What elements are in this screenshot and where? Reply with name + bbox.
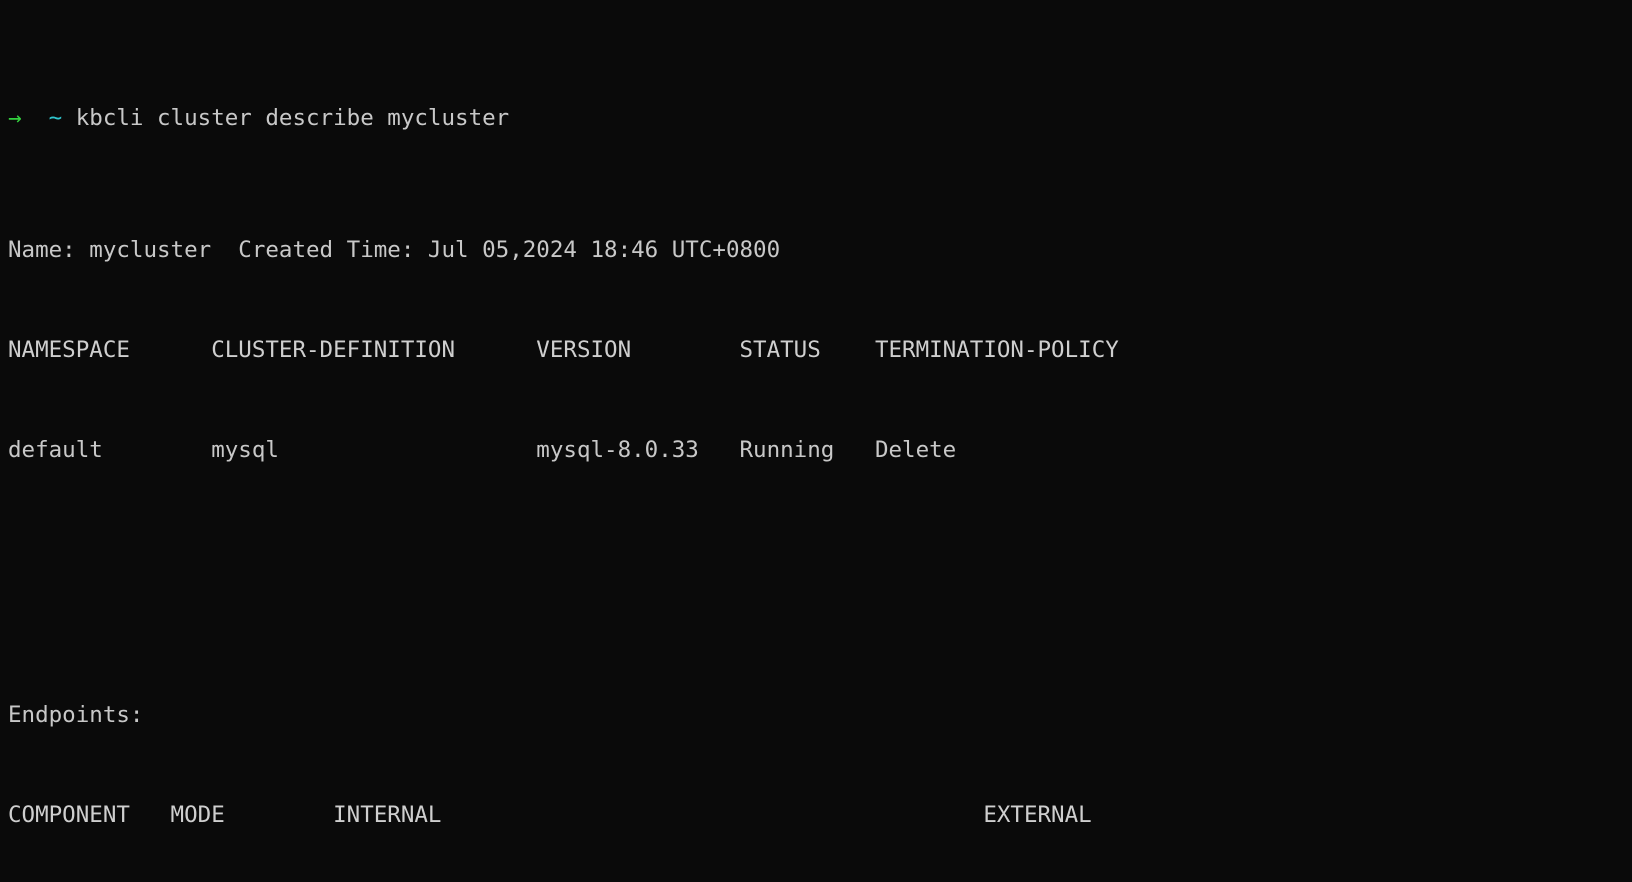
prompt-line: → ~ kbcli cluster describe mycluster xyxy=(8,102,1632,135)
cluster-summary-info: Name: mycluster Created Time: Jul 05,202… xyxy=(8,237,781,264)
prompt-path: ~ xyxy=(48,104,63,131)
prompt-spacer xyxy=(22,105,49,131)
cluster-summary-header-row: NAMESPACE CLUSTER-DEFINITION VERSION STA… xyxy=(8,337,1119,363)
endpoints-header-row: COMPONENT MODE INTERNAL EXTERNAL xyxy=(8,801,1092,828)
prompt-arrow-icon: → xyxy=(8,104,22,131)
endpoints-section-title: Endpoints: xyxy=(8,702,144,729)
terminal-window[interactable]: → ~ kbcli cluster describe mycluster Nam… xyxy=(0,0,1632,882)
prompt-spacer-2 xyxy=(62,105,76,131)
prompt-command: kbcli cluster describe mycluster xyxy=(75,104,510,131)
cluster-summary-data-row: default mysql mysql-8.0.33 Running Delet… xyxy=(8,436,957,463)
